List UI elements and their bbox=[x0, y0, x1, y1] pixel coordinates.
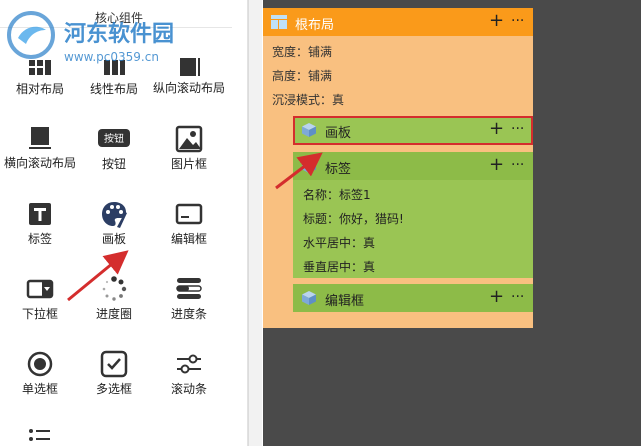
label-prop-hcenter: 水平居中：真 bbox=[303, 236, 376, 250]
child-add-button[interactable]: + bbox=[489, 119, 504, 139]
design-canvas[interactable]: 根布局 + ··· 宽度：铺满 高度：铺满 沉浸模式：真 画板 + ··· 标签… bbox=[263, 0, 641, 446]
child-node-title: 画板 bbox=[325, 126, 352, 141]
button-icon: 按钮 bbox=[98, 125, 130, 153]
root-more-button[interactable]: ··· bbox=[511, 11, 524, 31]
component-cube-icon bbox=[302, 291, 316, 305]
palette-title: 核心组件 bbox=[95, 11, 144, 25]
root-prop-width: 宽度：铺满 bbox=[272, 45, 333, 59]
child-more-button[interactable]: ··· bbox=[511, 155, 524, 175]
component-cube-icon bbox=[302, 123, 316, 137]
horizontal-scroll-layout-icon bbox=[26, 125, 54, 153]
palette-icon bbox=[100, 200, 128, 228]
progress-bar-icon bbox=[175, 275, 203, 303]
component-palette: 核心组件 相对布局 线性布局 纵向滚动布局 横向滚动布局 按钮 按钮 图片框 标… bbox=[0, 0, 232, 446]
component-progress-bar[interactable]: 进度条 bbox=[152, 275, 226, 321]
label-prop-name: 名称：标签1 bbox=[303, 188, 371, 202]
component-vertical-scroll-layout[interactable]: 纵向滚动布局 bbox=[152, 50, 226, 95]
label-icon bbox=[26, 200, 54, 228]
child-node-header[interactable]: 编辑框 + ··· bbox=[293, 284, 533, 312]
component-checkbox[interactable]: 多选框 bbox=[77, 350, 151, 396]
component-image[interactable]: 图片框 bbox=[152, 125, 226, 171]
label-prop-title: 标题：你好，猎码! bbox=[303, 212, 404, 226]
relative-layout-icon bbox=[26, 50, 54, 78]
child-node-header[interactable]: 画板 + ··· bbox=[293, 116, 533, 144]
linear-layout-icon bbox=[100, 50, 128, 78]
child-more-button[interactable]: ··· bbox=[511, 119, 524, 139]
layout-grid-icon bbox=[271, 15, 287, 29]
child-add-button[interactable]: + bbox=[489, 155, 504, 175]
component-cube-icon bbox=[302, 159, 316, 173]
component-dropdown[interactable]: 下拉框 bbox=[3, 275, 77, 321]
svg-text:按钮: 按钮 bbox=[104, 132, 124, 145]
palette-divider bbox=[232, 0, 248, 446]
root-add-button[interactable]: + bbox=[489, 11, 504, 31]
component-linear-layout[interactable]: 线性布局 bbox=[77, 50, 151, 96]
root-prop-height: 高度：铺满 bbox=[272, 69, 333, 83]
child-node-header[interactable]: 标签 + ··· bbox=[293, 152, 533, 180]
list-icon bbox=[26, 425, 54, 446]
palette-scrollbar[interactable] bbox=[248, 0, 262, 446]
component-palette-board[interactable]: 画板 bbox=[77, 200, 151, 246]
checkbox-icon bbox=[100, 350, 128, 378]
component-edit-box[interactable]: 编辑框 bbox=[152, 200, 226, 246]
root-layout-header[interactable]: 根布局 + ··· bbox=[263, 8, 533, 36]
child-node-label[interactable]: 标签 + ··· 名称：标签1 标题：你好，猎码! 水平居中：真 垂直居中：真 bbox=[293, 152, 533, 278]
slider-icon bbox=[175, 350, 203, 378]
child-node-title: 标签 bbox=[325, 162, 352, 177]
component-relative-layout[interactable]: 相对布局 bbox=[3, 50, 77, 96]
component-button[interactable]: 按钮 按钮 bbox=[77, 125, 151, 171]
radio-icon bbox=[26, 350, 54, 378]
child-node-title: 编辑框 bbox=[325, 294, 365, 309]
component-radio[interactable]: 单选框 bbox=[3, 350, 77, 396]
root-layout-title: 根布局 bbox=[295, 18, 335, 33]
component-progress-circle[interactable]: 进度圈 bbox=[77, 275, 151, 321]
root-layout-node[interactable]: 根布局 + ··· 宽度：铺满 高度：铺满 沉浸模式：真 画板 + ··· 标签… bbox=[263, 8, 533, 328]
vertical-scroll-layout-icon bbox=[175, 50, 203, 78]
component-list[interactable] bbox=[3, 425, 77, 446]
dropdown-icon bbox=[26, 275, 54, 303]
label-prop-vcenter: 垂直居中：真 bbox=[303, 260, 376, 274]
child-add-button[interactable]: + bbox=[489, 287, 504, 307]
child-node-edit-box[interactable]: 编辑框 + ··· bbox=[293, 284, 533, 312]
child-node-palette[interactable]: 画板 + ··· bbox=[293, 116, 533, 144]
progress-circle-icon bbox=[100, 275, 128, 303]
image-icon bbox=[175, 125, 203, 153]
palette-header: 核心组件 bbox=[0, 0, 232, 28]
child-more-button[interactable]: ··· bbox=[511, 287, 524, 307]
component-horizontal-scroll-layout[interactable]: 横向滚动布局 bbox=[3, 125, 77, 170]
component-label[interactable]: 标签 bbox=[3, 200, 77, 246]
component-slider[interactable]: 滚动条 bbox=[152, 350, 226, 396]
edit-box-icon bbox=[175, 200, 203, 228]
root-prop-immersive: 沉浸模式：真 bbox=[272, 93, 345, 107]
